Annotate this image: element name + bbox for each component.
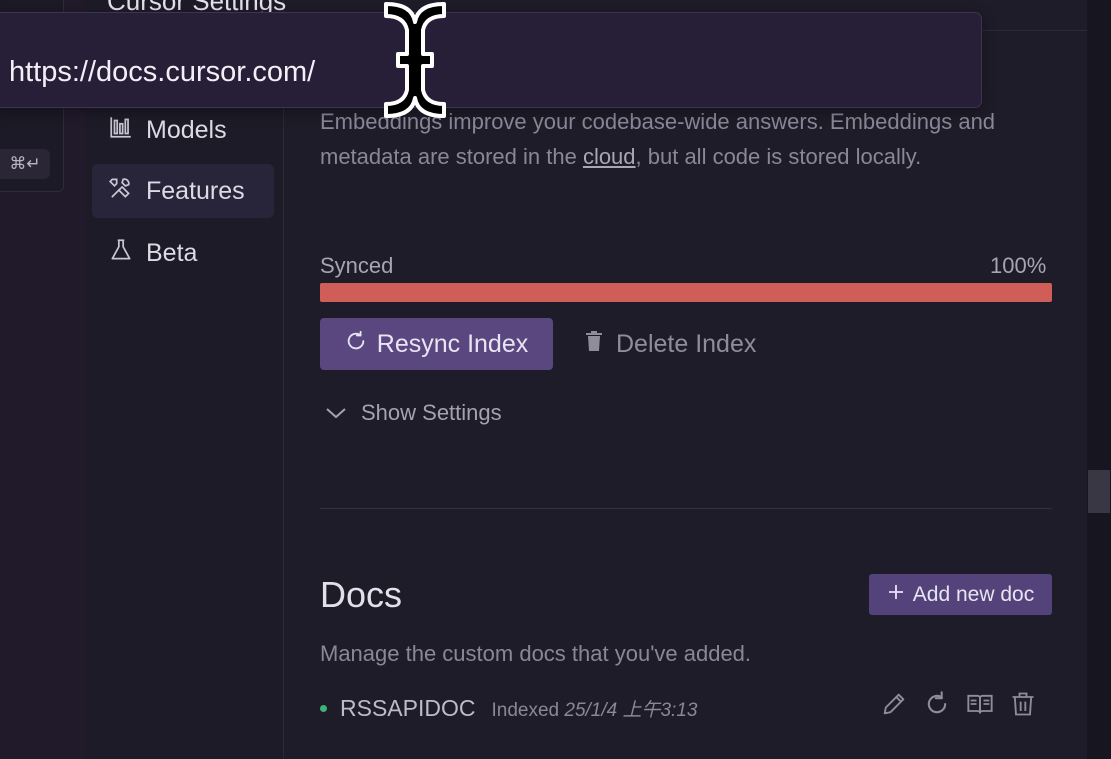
add-new-doc-label: Add new doc [912,582,1035,606]
chevron-down-icon [325,400,347,426]
trash-icon [584,330,604,359]
url-value: https://docs.cursor.com/ [9,56,316,88]
status-dot-icon [320,704,327,712]
scrollbar-track[interactable] [1087,0,1111,759]
sync-percent: 100% [990,253,1047,278]
doc-name: RSSAPIDOC [340,694,476,721]
book-icon[interactable] [966,690,994,718]
docs-heading: Docs [320,574,403,615]
delete-index-button[interactable]: Delete Index [584,318,756,370]
show-settings-label: Show Settings [361,400,502,425]
sync-status-label: Synced [320,253,394,278]
sidebar-item-label: Features [146,176,245,205]
url-input[interactable]: https://docs.cursor.com/ [0,12,982,108]
shortcut-hint: ⌘↵ [0,149,50,179]
text-cursor-icon [382,0,448,120]
resync-label: Resync Index [376,329,529,358]
resync-index-button[interactable]: Resync Index [320,318,553,370]
flask-icon [108,237,134,270]
docs-description: Manage the custom docs that you've added… [320,641,752,666]
cloud-link[interactable]: cloud [583,144,636,169]
scrollbar-thumb[interactable] [1088,470,1110,513]
tools-icon [108,175,134,208]
show-settings-toggle[interactable]: Show Settings [325,396,502,430]
sidebar-item-label: Beta [146,238,198,267]
sidebar-item-label: Models [146,115,227,144]
sidebar-item-features[interactable]: Features [92,164,274,218]
sidebar-item-beta[interactable]: Beta [92,226,274,280]
delete-label: Delete Index [616,329,757,358]
refresh-icon[interactable] [923,690,951,718]
section-divider [320,508,1052,509]
sync-progress-fill [320,283,1052,302]
pencil-icon[interactable] [880,690,908,718]
bar-chart-icon [108,114,134,147]
plus-icon [887,583,905,607]
add-new-doc-button[interactable]: Add new doc [869,574,1052,615]
trash-icon[interactable] [1009,690,1037,718]
doc-actions [880,690,1037,718]
sync-progress-bar [320,283,1052,302]
doc-indexed-time: Indexed 25/1/4 上午3:13 [491,699,698,721]
refresh-icon [345,330,367,359]
sidebar-item-models[interactable]: Models [92,103,274,157]
